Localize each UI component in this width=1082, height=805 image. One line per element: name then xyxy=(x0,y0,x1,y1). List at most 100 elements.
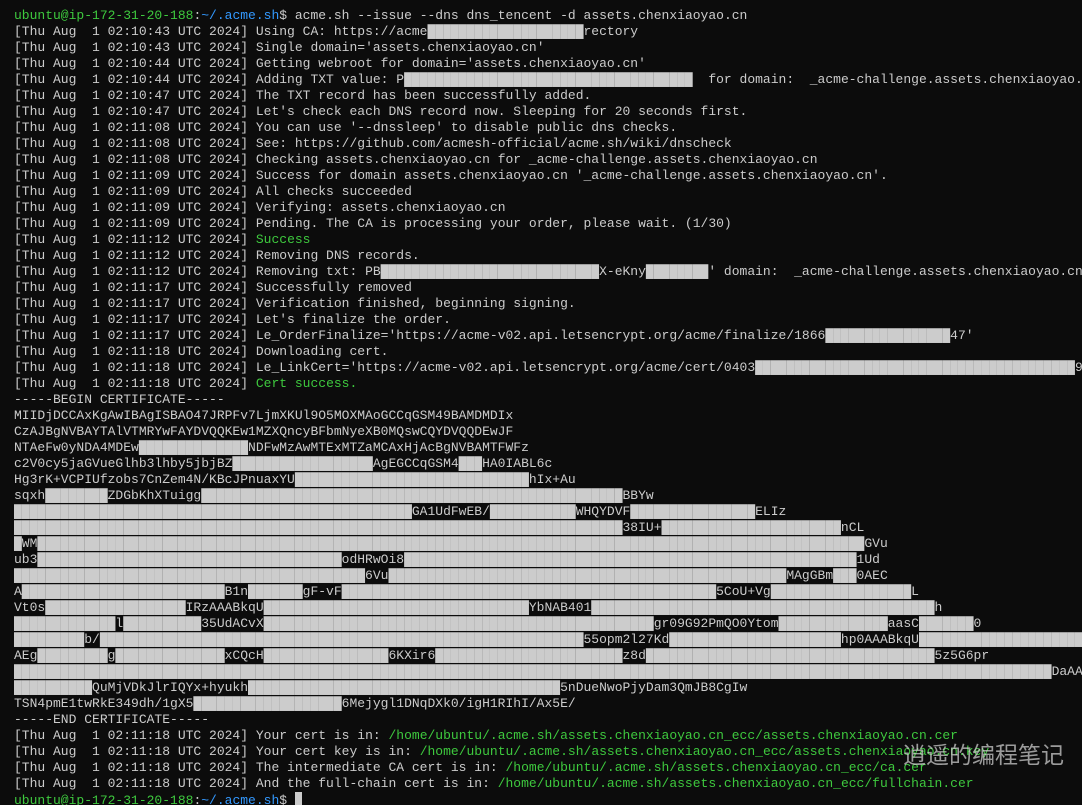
log-message xyxy=(248,232,256,247)
cert-line: Vt0s██████████████████IRzAAABkqU████████… xyxy=(14,600,1072,616)
cert-line: NTAeFw0yNDA4MDEw██████████████NDFwMzAwMT… xyxy=(14,440,1072,456)
timestamp: [Thu Aug 1 02:11:18 UTC 2024] xyxy=(14,776,248,791)
log-message: Success for domain assets.chenxiaoyao.cn… xyxy=(248,168,888,183)
timestamp: [Thu Aug 1 02:11:17 UTC 2024] xyxy=(14,296,248,311)
success-text: Cert success. xyxy=(256,376,357,391)
log-line: [Thu Aug 1 02:11:09 UTC 2024] Verifying:… xyxy=(14,200,1072,216)
log-message: Le_LinkCert='https://acme-v02.api.letsen… xyxy=(248,360,1082,375)
log-line: [Thu Aug 1 02:11:18 UTC 2024] Your cert … xyxy=(14,744,1072,760)
log-line: [Thu Aug 1 02:10:43 UTC 2024] Using CA: … xyxy=(14,24,1072,40)
timestamp: [Thu Aug 1 02:10:47 UTC 2024] xyxy=(14,104,248,119)
log-line: [Thu Aug 1 02:10:44 UTC 2024] Adding TXT… xyxy=(14,72,1072,88)
log-output: [Thu Aug 1 02:10:43 UTC 2024] Using CA: … xyxy=(14,24,1072,392)
log-line: [Thu Aug 1 02:11:08 UTC 2024] You can us… xyxy=(14,120,1072,136)
cert-line: ████████████████████████████████████████… xyxy=(14,504,1072,520)
log-message: All checks succeeded xyxy=(248,184,412,199)
log-line: [Thu Aug 1 02:11:18 UTC 2024] Downloadin… xyxy=(14,344,1072,360)
log-message: The TXT record has been successfully add… xyxy=(248,88,591,103)
cert-line: sqxh████████ZDGbKhXTuigg████████████████… xyxy=(14,488,1072,504)
terminal-window[interactable]: ubuntu@ip-172-31-20-188:~/.acme.sh$ acme… xyxy=(0,0,1082,805)
log-line: [Thu Aug 1 02:11:17 UTC 2024] Let's fina… xyxy=(14,312,1072,328)
log-message: Checking assets.chenxiaoyao.cn for _acme… xyxy=(248,152,818,167)
log-line: [Thu Aug 1 02:11:18 UTC 2024] Le_LinkCer… xyxy=(14,360,1072,376)
log-line: [Thu Aug 1 02:11:08 UTC 2024] See: https… xyxy=(14,136,1072,152)
log-message: Using CA: https://acme██████████████████… xyxy=(248,24,638,39)
cert-line: c2V0cy5jaGVueGlhb3lhby5jbjBZ████████████… xyxy=(14,456,1072,472)
timestamp: [Thu Aug 1 02:11:12 UTC 2024] xyxy=(14,264,248,279)
cert-path: /home/ubuntu/.acme.sh/assets.chenxiaoyao… xyxy=(388,728,958,743)
timestamp: [Thu Aug 1 02:11:18 UTC 2024] xyxy=(14,744,248,759)
command-text: acme.sh --issue --dns dns_tencent -d ass… xyxy=(287,8,747,23)
cert-line: -----BEGIN CERTIFICATE----- xyxy=(14,392,1072,408)
prompt-user: ubuntu@ip-172-31-20-188 xyxy=(14,793,193,805)
log-line: [Thu Aug 1 02:10:44 UTC 2024] Getting we… xyxy=(14,56,1072,72)
log-line: [Thu Aug 1 02:11:08 UTC 2024] Checking a… xyxy=(14,152,1072,168)
prompt-line-end: ubuntu@ip-172-31-20-188:~/.acme.sh$ xyxy=(14,792,1072,805)
timestamp: [Thu Aug 1 02:11:17 UTC 2024] xyxy=(14,312,248,327)
cert-line: ████████████████████████████████████████… xyxy=(14,520,1072,536)
log-message: Removing txt: PB████████████████████████… xyxy=(248,264,1082,279)
cert-line: A██████████████████████████B1n███████gF-… xyxy=(14,584,1072,600)
cert-line: -----END CERTIFICATE----- xyxy=(14,712,1072,728)
timestamp: [Thu Aug 1 02:10:43 UTC 2024] xyxy=(14,40,248,55)
log-line: [Thu Aug 1 02:11:12 UTC 2024] Success xyxy=(14,232,1072,248)
cert-path: /home/ubuntu/.acme.sh/assets.chenxiaoyao… xyxy=(498,776,974,791)
log-line: [Thu Aug 1 02:10:47 UTC 2024] The TXT re… xyxy=(14,88,1072,104)
timestamp: [Thu Aug 1 02:11:09 UTC 2024] xyxy=(14,184,248,199)
timestamp: [Thu Aug 1 02:11:18 UTC 2024] xyxy=(14,728,248,743)
timestamp: [Thu Aug 1 02:11:17 UTC 2024] xyxy=(14,328,248,343)
timestamp: [Thu Aug 1 02:11:09 UTC 2024] xyxy=(14,168,248,183)
log-line: [Thu Aug 1 02:11:09 UTC 2024] All checks… xyxy=(14,184,1072,200)
cert-line: Hg3rK+VCPIUfzobs7CnZem4N/KBcJPnuaxYU████… xyxy=(14,472,1072,488)
log-message: The intermediate CA cert is in: xyxy=(248,760,505,775)
cert-path: /home/ubuntu/.acme.sh/assets.chenxiaoyao… xyxy=(420,744,990,759)
timestamp: [Thu Aug 1 02:11:12 UTC 2024] xyxy=(14,248,248,263)
timestamp: [Thu Aug 1 02:11:08 UTC 2024] xyxy=(14,136,248,151)
prompt-dollar: $ xyxy=(279,793,287,805)
timestamp: [Thu Aug 1 02:11:18 UTC 2024] xyxy=(14,344,248,359)
log-line: [Thu Aug 1 02:11:12 UTC 2024] Removing D… xyxy=(14,248,1072,264)
log-line: [Thu Aug 1 02:11:18 UTC 2024] And the fu… xyxy=(14,776,1072,792)
log-line: [Thu Aug 1 02:10:47 UTC 2024] Let's chec… xyxy=(14,104,1072,120)
log-message: Le_OrderFinalize='https://acme-v02.api.l… xyxy=(248,328,974,343)
prompt-user: ubuntu@ip-172-31-20-188 xyxy=(14,8,193,23)
log-message: Getting webroot for domain='assets.chenx… xyxy=(248,56,646,71)
post-cert-output: [Thu Aug 1 02:11:18 UTC 2024] Your cert … xyxy=(14,728,1072,792)
prompt-line: ubuntu@ip-172-31-20-188:~/.acme.sh$ acme… xyxy=(14,8,1072,24)
cert-line: CzAJBgNVBAYTAlVTMRYwFAYDVQQKEw1MZXQncyBF… xyxy=(14,424,1072,440)
cursor-icon xyxy=(295,792,302,805)
cert-line: ██████████QuMjVDkJlrIQYx+hyukh██████████… xyxy=(14,680,1072,696)
cert-line: █WM█████████████████████████████████████… xyxy=(14,536,1072,552)
log-message: You can use '--dnssleep' to disable publ… xyxy=(248,120,677,135)
prompt-path: ~/.acme.sh xyxy=(201,8,279,23)
timestamp: [Thu Aug 1 02:10:43 UTC 2024] xyxy=(14,24,248,39)
log-line: [Thu Aug 1 02:11:17 UTC 2024] Verificati… xyxy=(14,296,1072,312)
timestamp: [Thu Aug 1 02:11:08 UTC 2024] xyxy=(14,120,248,135)
log-line: [Thu Aug 1 02:11:17 UTC 2024] Le_OrderFi… xyxy=(14,328,1072,344)
timestamp: [Thu Aug 1 02:10:47 UTC 2024] xyxy=(14,88,248,103)
log-message: Your cert key is in: xyxy=(248,744,420,759)
timestamp: [Thu Aug 1 02:11:18 UTC 2024] xyxy=(14,360,248,375)
timestamp: [Thu Aug 1 02:11:09 UTC 2024] xyxy=(14,216,248,231)
log-message: Verification finished, beginning signing… xyxy=(248,296,576,311)
log-message: Adding TXT value: P█████████████████████… xyxy=(248,72,1082,87)
cert-line: █████████b/█████████████████████████████… xyxy=(14,632,1072,648)
log-line: [Thu Aug 1 02:11:09 UTC 2024] Success fo… xyxy=(14,168,1072,184)
cert-line: █████████████l██████████35UdACvX████████… xyxy=(14,616,1072,632)
log-line: [Thu Aug 1 02:11:09 UTC 2024] Pending. T… xyxy=(14,216,1072,232)
timestamp: [Thu Aug 1 02:11:12 UTC 2024] xyxy=(14,232,248,247)
log-message: Downloading cert. xyxy=(248,344,388,359)
cert-line: TSN4pmE1twRkE349dh/1gX5█████████████████… xyxy=(14,696,1072,712)
log-message: Successfully removed xyxy=(248,280,412,295)
log-message xyxy=(248,376,256,391)
log-message: Let's check each DNS record now. Sleepin… xyxy=(248,104,747,119)
log-message: Verifying: assets.chenxiaoyao.cn xyxy=(248,200,505,215)
timestamp: [Thu Aug 1 02:10:44 UTC 2024] xyxy=(14,72,248,87)
timestamp: [Thu Aug 1 02:10:44 UTC 2024] xyxy=(14,56,248,71)
cert-line: ████████████████████████████████████████… xyxy=(14,568,1072,584)
log-line: [Thu Aug 1 02:11:18 UTC 2024] The interm… xyxy=(14,760,1072,776)
cert-line: AEg█████████g██████████████xCQcH████████… xyxy=(14,648,1072,664)
timestamp: [Thu Aug 1 02:11:09 UTC 2024] xyxy=(14,200,248,215)
success-text: Success xyxy=(256,232,311,247)
log-message: Pending. The CA is processing your order… xyxy=(248,216,732,231)
